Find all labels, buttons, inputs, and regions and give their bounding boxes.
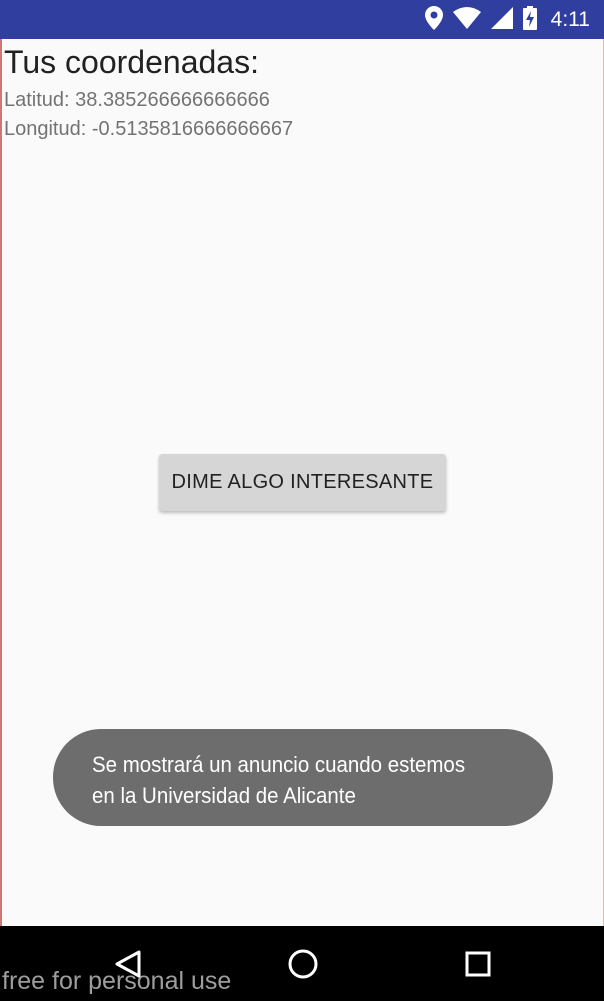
battery-charging-icon [522,5,537,34]
toast-text: Se mostrará un anuncio cuando estemos en… [92,749,501,811]
latitude-text: Latitud: 38.385266666666666 [4,89,270,111]
recents-icon[interactable] [458,944,498,984]
cell-signal-icon [490,6,513,33]
tell-me-something-button[interactable]: DIME ALGO INTERESANTE [159,454,446,511]
location-pin-icon [424,5,443,34]
status-icons: 4:11 [424,0,590,39]
longitude-text: Longitud: -0.5135816666666667 [4,118,294,140]
status-time: 4:11 [550,7,590,31]
toast-message: Se mostrará un anuncio cuando estemos en… [53,729,553,826]
watermark-text: free for personal use [2,967,232,995]
wifi-icon [452,6,481,33]
toast-line-2: en la Universidad de Alicante [92,783,356,808]
left-edge-line [0,0,2,1001]
toast-line-1: Se mostrará un anuncio cuando estemos [92,752,466,777]
page-title: Tus coordenadas: [4,44,259,80]
home-icon[interactable] [283,944,323,984]
status-bar: 4:11 [0,0,604,39]
